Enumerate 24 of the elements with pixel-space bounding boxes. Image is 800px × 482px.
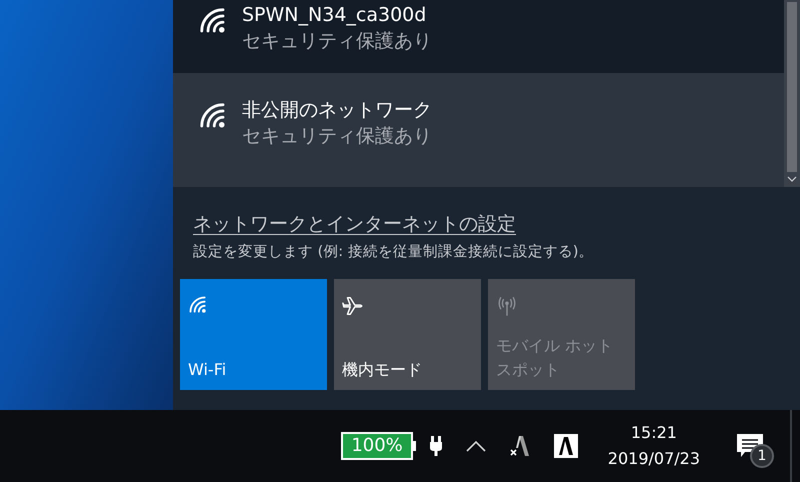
quick-action-tile[interactable]: Wi-Fi <box>180 279 327 390</box>
network-status: セキュリティ保護あり <box>242 124 432 149</box>
chevron-down-icon[interactable] <box>787 176 797 182</box>
settings-link[interactable]: ネットワークとインターネットの設定 <box>193 211 516 237</box>
airplane-icon <box>342 295 364 317</box>
antenna-icon <box>496 295 518 317</box>
network-status: セキュリティ保護あり <box>242 29 432 54</box>
scroll-thumb[interactable] <box>787 2 797 172</box>
notification-badge: 1 <box>750 444 774 468</box>
clock-date: 2019/07/23 <box>608 448 700 470</box>
clock-time: 15:21 <box>630 422 677 444</box>
wifi-icon <box>188 295 208 315</box>
power-plug-icon[interactable] <box>430 436 442 456</box>
network-name: 非公開のネットワーク <box>242 98 432 123</box>
caret-up-icon[interactable] <box>466 440 486 452</box>
scrollbar[interactable] <box>784 0 800 187</box>
network-item[interactable]: 非公開のネットワーク セキュリティ保護あり <box>173 73 784 187</box>
letter-icon[interactable] <box>510 434 532 458</box>
settings-description: 設定を変更します (例: 接続を従量制課金接続に設定する)。 <box>193 242 594 262</box>
letter-icon[interactable] <box>554 434 578 458</box>
clock[interactable]: 15:21 2019/07/23 <box>608 420 700 472</box>
network-name: SPWN_N34_ca300d <box>242 3 428 28</box>
quick-action-tile[interactable]: 機内モード <box>334 279 481 390</box>
network-item[interactable]: SPWN_N34_ca300d セキュリティ保護あり <box>173 0 784 73</box>
